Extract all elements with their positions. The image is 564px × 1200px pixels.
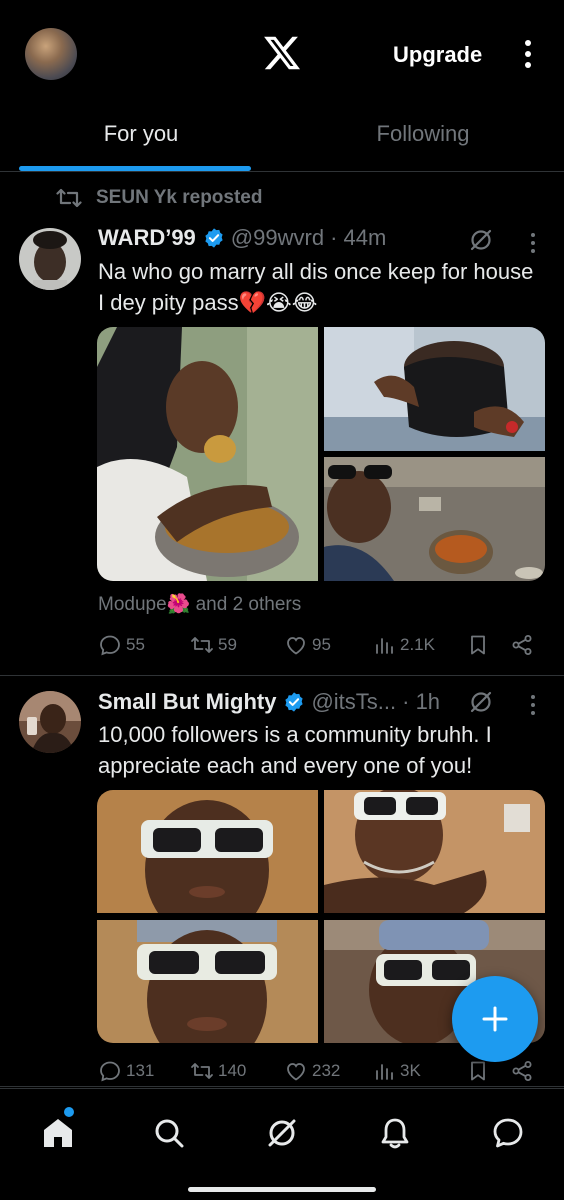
views-icon	[376, 1064, 393, 1080]
author-handle: @99wvrd	[230, 225, 325, 250]
verified-badge-icon	[205, 228, 223, 248]
active-tab-indicator	[19, 166, 251, 171]
top-bar: Upgrade	[0, 0, 564, 104]
bookmark-icon[interactable]	[466, 1059, 490, 1083]
view-count: 3K	[400, 1061, 421, 1080]
heart-icon	[287, 1063, 305, 1081]
media-image[interactable]	[324, 327, 545, 451]
home-icon[interactable]	[40, 1115, 76, 1151]
media-image[interactable]	[324, 457, 545, 581]
post-actions: 131 140 232 3K	[98, 1059, 538, 1087]
tab-label: For you	[103, 121, 179, 146]
repost-icon	[191, 637, 213, 653]
media-image[interactable]	[324, 790, 545, 913]
bookmark-icon[interactable]	[466, 633, 490, 657]
like-button[interactable]: 95	[284, 633, 331, 657]
liked-by-text[interactable]: Modupe🌺 and 2 others	[98, 592, 301, 616]
post-more-icon[interactable]	[530, 233, 536, 255]
reply-button[interactable]: 131	[98, 1059, 154, 1083]
reply-count: 55	[126, 635, 145, 654]
share-icon[interactable]	[510, 633, 534, 657]
plus-icon	[482, 1006, 508, 1032]
tab-label: Following	[376, 121, 470, 146]
tab-for-you[interactable]: For you	[0, 104, 282, 171]
verified-badge-icon	[285, 692, 304, 712]
post-time: · 44m	[330, 225, 387, 250]
more-options-icon[interactable]	[520, 38, 536, 72]
grok-icon[interactable]	[468, 227, 494, 253]
author-avatar[interactable]	[19, 691, 81, 753]
timeline-tabs: For you Following	[0, 104, 564, 172]
post-time: · 1h	[402, 689, 441, 714]
x-logo-icon[interactable]	[262, 33, 302, 73]
author-name[interactable]: Small But Mighty	[98, 689, 276, 715]
media-image[interactable]	[97, 790, 318, 913]
profile-avatar[interactable]	[25, 28, 77, 80]
grok-icon[interactable]	[468, 689, 494, 715]
like-button[interactable]: 232	[284, 1059, 340, 1083]
reply-count: 131	[126, 1061, 155, 1080]
author-name[interactable]: WARD’99	[98, 225, 196, 251]
views-button[interactable]: 3K	[372, 1059, 421, 1083]
repost-count: 140	[218, 1061, 247, 1080]
media-image[interactable]	[97, 920, 318, 1043]
share-icon[interactable]	[510, 1059, 534, 1083]
author-avatar[interactable]	[19, 228, 81, 290]
repost-label: SEUN Yk reposted	[96, 187, 263, 208]
repost-icon	[56, 188, 82, 208]
home-indicator	[188, 1187, 376, 1192]
post[interactable]: SEUN Yk reposted WARD’99 @99wvrd · 44m N…	[0, 173, 564, 676]
author-handle: @itsTs...	[311, 689, 397, 714]
views-icon	[376, 638, 393, 654]
messages-icon[interactable]	[490, 1115, 526, 1151]
notifications-icon[interactable]	[377, 1115, 413, 1151]
tab-following[interactable]: Following	[282, 104, 564, 171]
post-header: WARD’99 @99wvrd · 44m	[98, 225, 386, 251]
view-count: 2.1K	[400, 635, 435, 654]
heart-icon	[287, 637, 305, 655]
repost-button[interactable]: 59	[190, 633, 237, 657]
post-actions: 55 59 95 2.1K	[98, 633, 538, 661]
upgrade-button[interactable]: Upgrade	[393, 42, 482, 68]
post-header: Small But Mighty @itsTs... · 1h	[98, 689, 440, 715]
notification-dot	[64, 1107, 74, 1117]
repost-count: 59	[218, 635, 237, 654]
search-icon[interactable]	[151, 1115, 187, 1151]
repost-icon	[191, 1063, 213, 1079]
repost-context: SEUN Yk reposted	[56, 187, 262, 209]
post-more-icon[interactable]	[530, 695, 536, 717]
like-count: 232	[312, 1061, 341, 1080]
post-text: 10,000 followers is a community bruhh. I…	[98, 722, 492, 778]
bottom-navigation	[0, 1088, 564, 1200]
grok-icon[interactable]	[264, 1115, 300, 1151]
compose-post-button[interactable]	[452, 976, 538, 1062]
reply-icon	[100, 635, 120, 656]
repost-button[interactable]: 140	[190, 1059, 246, 1083]
like-count: 95	[312, 635, 331, 654]
post-text: Na who go marry all dis once keep for ho…	[98, 259, 534, 315]
reply-icon	[100, 1061, 120, 1082]
reply-button[interactable]: 55	[98, 633, 145, 657]
media-image[interactable]	[97, 327, 318, 581]
post-media-grid[interactable]	[97, 327, 545, 581]
views-button[interactable]: 2.1K	[372, 633, 435, 657]
